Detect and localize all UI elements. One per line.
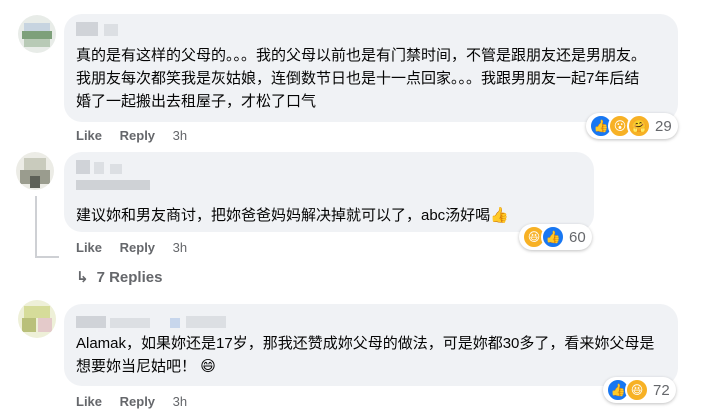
comment-bubble: 真的是有这样的父母的。。。我的父母以前也是有门禁时间，不管是跟朋友还是男朋友。我… — [64, 14, 678, 122]
timestamp[interactable]: 3h — [173, 240, 187, 255]
reply-button[interactable]: Reply — [120, 394, 155, 409]
reaction-count: 60 — [569, 228, 586, 246]
reply-button[interactable]: Reply — [120, 240, 155, 255]
thread-line-curve — [35, 256, 59, 258]
comment-text: 真的是有这样的父母的。。。我的父母以前也是有门禁时间，不管是跟朋友还是男朋友。我… — [76, 47, 647, 110]
avatar[interactable] — [18, 15, 56, 53]
thumbs-up-emoji-icon: 👍 — [490, 207, 509, 224]
avatar[interactable] — [18, 300, 56, 338]
comment-bubble: 建议妳和男友商讨，把妳爸爸妈妈解决掉就可以了，abc汤好喝👍 — [64, 152, 594, 232]
comment-text: Alamak，如果妳还是17岁，那我还赞成妳父母的做法，可是妳都30多了，看来妳… — [76, 335, 655, 375]
reaction-count: 29 — [655, 117, 672, 135]
reaction-summary[interactable]: 😆 👍 60 — [519, 224, 592, 250]
care-reaction-icon: 🤗 — [627, 114, 651, 138]
comment-actions: Like Reply 3h — [76, 128, 201, 143]
like-reaction-icon: 👍 — [541, 225, 565, 249]
haha-reaction-icon: 😆 — [625, 378, 649, 402]
grin-emoji-icon: 😄 — [200, 358, 216, 375]
like-button[interactable]: Like — [76, 394, 102, 409]
view-replies-link[interactable]: ↳ 7 Replies — [76, 268, 162, 286]
thread-line — [35, 196, 37, 258]
avatar[interactable] — [16, 152, 54, 190]
comment-actions: Like Reply 3h — [76, 240, 201, 255]
reply-arrow-icon: ↳ — [76, 269, 89, 286]
comment-actions: Like Reply 3h — [76, 394, 201, 409]
reaction-count: 72 — [653, 381, 670, 399]
like-button[interactable]: Like — [76, 240, 102, 255]
comment-text: 建议妳和男友商讨，把妳爸爸妈妈解决掉就可以了，abc汤好喝👍 — [76, 207, 509, 224]
like-button[interactable]: Like — [76, 128, 102, 143]
timestamp[interactable]: 3h — [173, 394, 187, 409]
comment-bubble: Alamak，如果妳还是17岁，那我还赞成妳父母的做法，可是妳都30多了，看来妳… — [64, 304, 678, 386]
reaction-summary[interactable]: 👍 😮 🤗 29 — [586, 113, 678, 139]
reply-button[interactable]: Reply — [120, 128, 155, 143]
reaction-summary[interactable]: 👍 😆 72 — [603, 377, 676, 403]
replies-count-label: 7 Replies — [96, 269, 163, 286]
timestamp[interactable]: 3h — [173, 128, 187, 143]
